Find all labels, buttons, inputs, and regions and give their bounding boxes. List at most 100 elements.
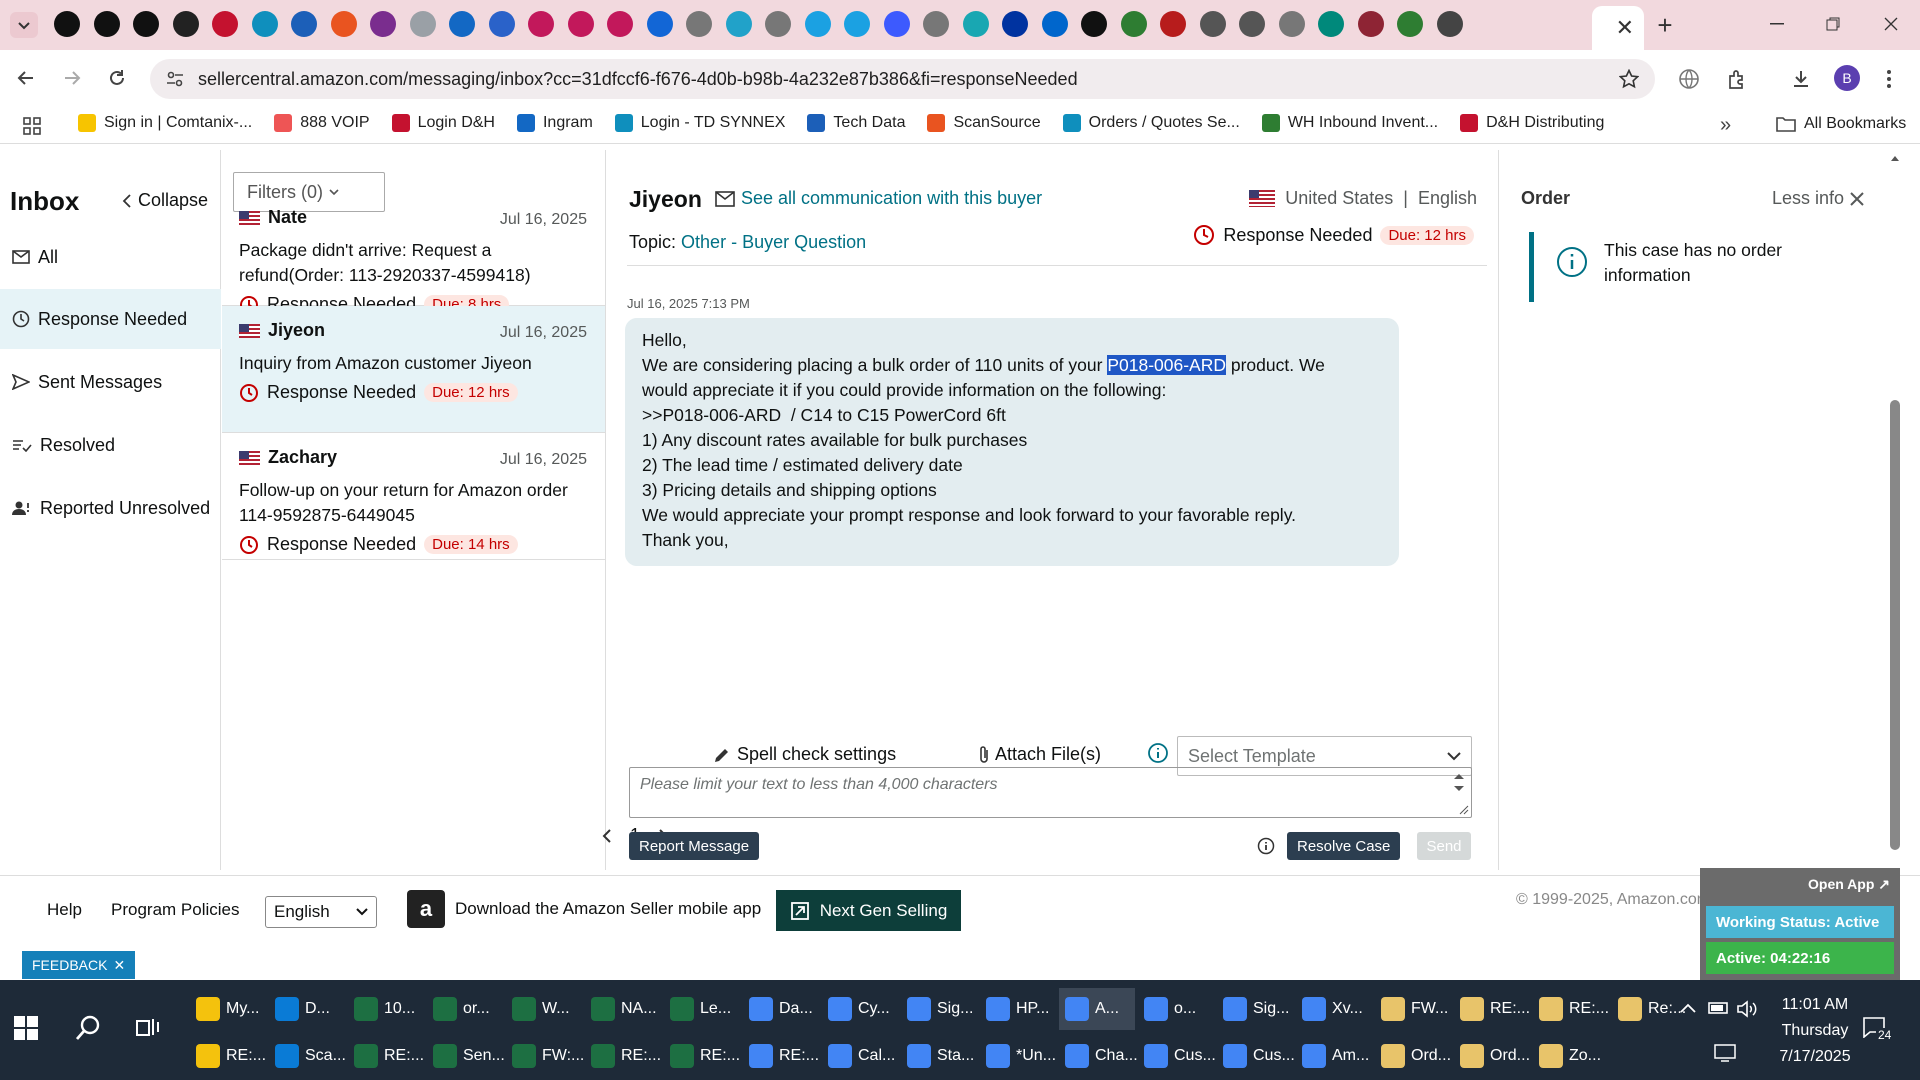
less-info-button[interactable]: Less info bbox=[1772, 188, 1864, 209]
open-app-link[interactable]: Open App ↗ bbox=[1808, 876, 1890, 893]
pinned-tab-icon[interactable] bbox=[1199, 11, 1226, 37]
more-bookmarks-icon[interactable]: » bbox=[1720, 114, 1731, 137]
back-icon[interactable] bbox=[16, 68, 36, 88]
taskbar-app[interactable]: FW:... bbox=[506, 1035, 584, 1077]
pinned-tab-icon[interactable] bbox=[291, 11, 317, 37]
next-gen-selling-button[interactable]: Next Gen Selling bbox=[776, 890, 961, 931]
nav-item-reported-unresolved[interactable]: Reported Unresolved bbox=[0, 478, 221, 538]
taskbar-app[interactable]: NA... bbox=[585, 988, 661, 1030]
feedback-button[interactable]: FEEDBACK ✕ bbox=[22, 951, 136, 979]
taskbar-app[interactable]: RE:... bbox=[190, 1035, 266, 1077]
bookmark-item[interactable]: Orders / Quotes Se... bbox=[1062, 114, 1240, 132]
notification-center[interactable]: 24 bbox=[1862, 1016, 1894, 1042]
taskbar-app[interactable]: Sca... bbox=[269, 1035, 346, 1077]
apps-grid-icon[interactable] bbox=[22, 116, 42, 136]
pinned-tab-icon[interactable] bbox=[1436, 11, 1463, 37]
pinned-tab-icon[interactable] bbox=[488, 11, 515, 37]
reload-icon[interactable] bbox=[107, 68, 127, 88]
pinned-tab-icon[interactable] bbox=[54, 11, 80, 37]
pinned-tab-icon[interactable] bbox=[883, 11, 910, 37]
resolve-case-button[interactable]: Resolve Case bbox=[1287, 832, 1401, 860]
pinned-tab-icon[interactable] bbox=[251, 11, 278, 37]
taskbar-app[interactable]: RE:... bbox=[743, 1035, 819, 1077]
pinned-tab-icon[interactable] bbox=[1357, 11, 1384, 37]
pinned-tab-icon[interactable] bbox=[370, 11, 396, 37]
active-tab[interactable]: ✕ bbox=[1592, 6, 1644, 50]
bookmark-item[interactable]: Ingram bbox=[516, 114, 593, 132]
program-policies-link[interactable]: Program Policies bbox=[111, 900, 240, 920]
attach-files-button[interactable]: Attach File(s) bbox=[977, 744, 1101, 765]
battery-icon[interactable] bbox=[1708, 1000, 1730, 1016]
taskbar-app[interactable]: RE:... bbox=[1454, 988, 1530, 1030]
pinned-tab-icon[interactable] bbox=[1318, 11, 1344, 37]
taskbar-app[interactable]: Zo... bbox=[1533, 1035, 1609, 1077]
pinned-tab-icon[interactable] bbox=[172, 11, 199, 37]
taskbar-app[interactable]: HP... bbox=[980, 988, 1056, 1030]
topic-link-other[interactable]: Other bbox=[681, 232, 726, 252]
taskbar-app[interactable]: Ord... bbox=[1375, 1035, 1451, 1077]
conversation-item[interactable]: Zachary Jul 16, 2025 Follow-up on your ret… bbox=[222, 433, 605, 560]
pinned-tab-icon[interactable] bbox=[1160, 11, 1186, 37]
taskbar-app[interactable]: or... bbox=[427, 988, 503, 1030]
nav-item-response-needed[interactable]: Response Needed bbox=[0, 289, 221, 349]
pinned-tab-icon[interactable] bbox=[93, 11, 120, 37]
taskbar-app[interactable]: Am... bbox=[1296, 1035, 1372, 1077]
taskbar-app[interactable]: 10... bbox=[348, 988, 424, 1030]
close-icon[interactable]: ✕ bbox=[113, 957, 125, 974]
pinned-tab-icon[interactable] bbox=[607, 11, 633, 37]
taskbar-app[interactable]: Cha... bbox=[1059, 1035, 1138, 1077]
info-icon[interactable] bbox=[1147, 742, 1169, 764]
search-icon[interactable] bbox=[74, 1014, 102, 1042]
close-window-button[interactable] bbox=[1866, 8, 1916, 40]
profile-avatar[interactable]: B bbox=[1834, 65, 1860, 91]
bookmark-item[interactable]: 888 VOIP bbox=[274, 114, 370, 132]
bookmark-star-icon[interactable] bbox=[1619, 69, 1639, 89]
bookmark-item[interactable]: Tech Data bbox=[807, 114, 905, 132]
menu-icon[interactable] bbox=[1886, 68, 1892, 90]
reply-textarea[interactable]: Please limit your text to less than 4,00… bbox=[629, 767, 1472, 818]
help-link[interactable]: Help bbox=[47, 900, 82, 920]
chevron-up-icon[interactable] bbox=[1680, 1002, 1696, 1014]
bookmark-item[interactable]: WH Inbound Invent... bbox=[1261, 114, 1438, 132]
pinned-tab-icon[interactable] bbox=[330, 11, 357, 37]
minimize-button[interactable] bbox=[1752, 8, 1802, 40]
taskbar-app[interactable]: *Un... bbox=[980, 1035, 1056, 1077]
windows-start-icon[interactable] bbox=[14, 1016, 38, 1040]
pinned-tab-icon[interactable] bbox=[1397, 11, 1423, 37]
taskbar-app[interactable]: Cus... bbox=[1138, 1035, 1216, 1077]
forward-icon[interactable] bbox=[62, 68, 82, 88]
tab-search-button[interactable] bbox=[10, 12, 38, 38]
all-bookmarks[interactable]: All Bookmarks bbox=[1776, 115, 1906, 133]
pinned-tab-icon[interactable] bbox=[133, 11, 159, 37]
extensions-icon[interactable] bbox=[1726, 68, 1748, 90]
taskbar-app[interactable]: Cus... bbox=[1217, 1035, 1295, 1077]
pinned-tab-icon[interactable] bbox=[567, 11, 594, 37]
taskbar-app[interactable]: FW... bbox=[1375, 988, 1451, 1030]
url-text[interactable]: sellercentral.amazon.com/messaging/inbox… bbox=[198, 69, 1078, 90]
taskbar-app[interactable]: A... bbox=[1059, 988, 1135, 1030]
pinned-tab-icon[interactable] bbox=[646, 11, 673, 37]
close-tab-icon[interactable]: ✕ bbox=[1616, 15, 1634, 41]
textarea-spinner-icon[interactable] bbox=[1453, 772, 1465, 798]
scrollbar-thumb[interactable] bbox=[1890, 400, 1900, 850]
taskbar-app[interactable]: Sig... bbox=[901, 988, 977, 1030]
bookmark-item[interactable]: Login D&H bbox=[391, 114, 495, 132]
network-icon[interactable] bbox=[1714, 1044, 1736, 1062]
pinned-tab-icon[interactable] bbox=[686, 11, 712, 37]
taskbar-app[interactable]: RE:... bbox=[664, 1035, 740, 1077]
taskbar-app[interactable]: My... bbox=[190, 988, 266, 1030]
address-bar[interactable]: sellercentral.amazon.com/messaging/inbox… bbox=[150, 59, 1655, 99]
info-icon[interactable] bbox=[1257, 837, 1275, 855]
taskbar-app[interactable]: Sen... bbox=[427, 1035, 505, 1077]
taskbar-app[interactable]: W... bbox=[506, 988, 582, 1030]
topic-link-buyer-question[interactable]: Buyer Question bbox=[742, 232, 866, 252]
pinned-tab-icon[interactable] bbox=[844, 11, 870, 37]
collapse-button[interactable]: Collapse bbox=[122, 190, 208, 211]
pinned-tab-icon[interactable] bbox=[1239, 11, 1265, 37]
task-view-icon[interactable] bbox=[136, 1016, 160, 1038]
pinned-tab-icon[interactable] bbox=[449, 11, 475, 37]
pinned-tab-icon[interactable] bbox=[409, 11, 436, 37]
taskbar-app[interactable]: Cy... bbox=[822, 988, 898, 1030]
taskbar-app[interactable]: Re:... bbox=[1612, 988, 1688, 1030]
taskbar-app[interactable]: RE:... bbox=[585, 1035, 661, 1077]
